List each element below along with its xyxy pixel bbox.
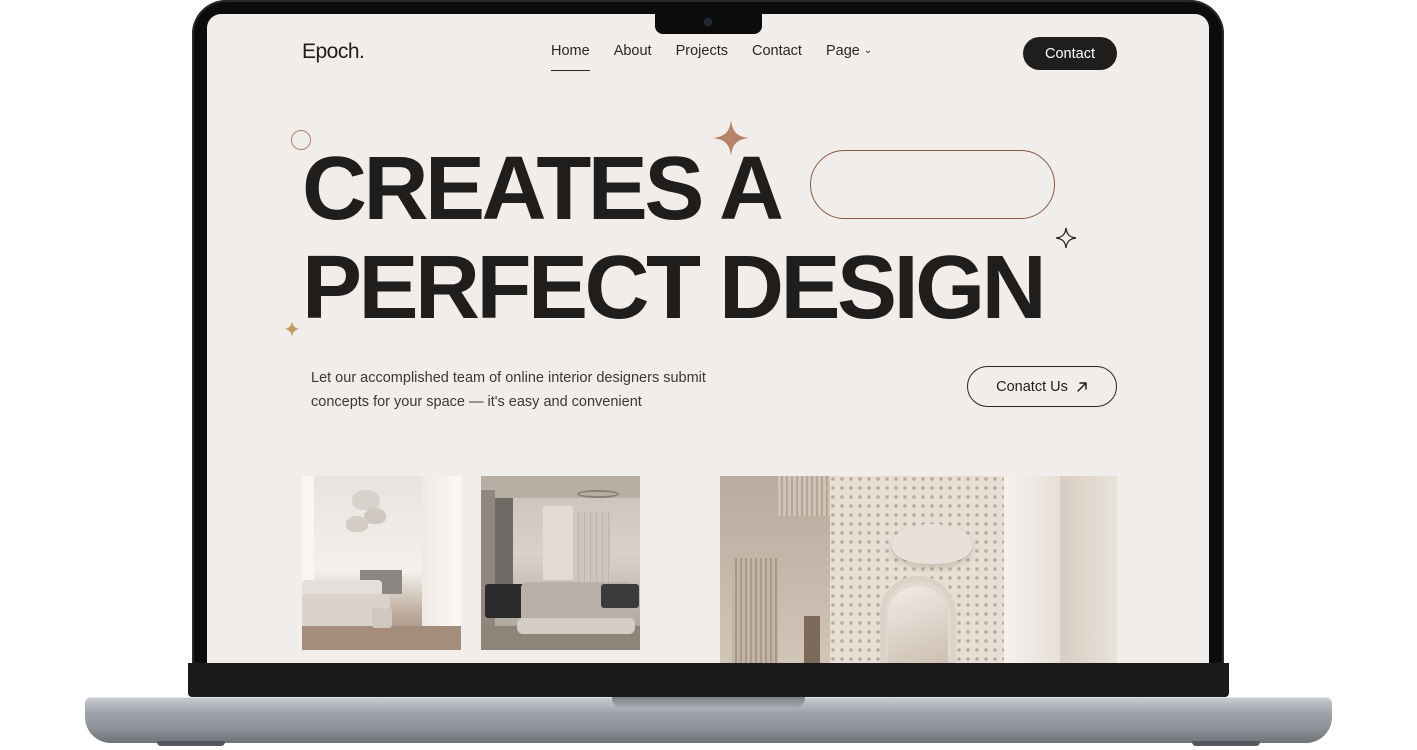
header-contact-button[interactable]: Contact <box>1023 37 1117 70</box>
hero-description-line-1: Let our accomplished team of online inte… <box>311 370 706 386</box>
headline-line-1: CREATES A <box>302 139 784 239</box>
laptop-base-lip <box>612 697 805 708</box>
camera-notch <box>655 14 762 34</box>
laptop-bottom-bezel <box>188 663 1229 697</box>
arrow-up-right-icon <box>1077 381 1087 392</box>
nav-item-page[interactable]: Page ⌄ <box>826 43 872 65</box>
camera-icon <box>705 19 711 25</box>
main-nav: Home About Projects Contact Page ⌄ <box>551 43 896 71</box>
four-point-star-outline-icon <box>1055 227 1077 249</box>
small-star-icon <box>284 321 300 337</box>
headline-line-2: PERFECT DESIGN <box>302 238 1047 338</box>
laptop-screen: Epoch. Home About Projects Contact Page ⌄… <box>207 14 1209 663</box>
laptop-foot-left <box>157 741 225 746</box>
gallery-image-staircase-atrium <box>720 476 1117 663</box>
contact-us-button-label: Conatct Us <box>996 378 1068 395</box>
nav-item-home[interactable]: Home <box>551 43 590 71</box>
site-logo[interactable]: Epoch. <box>302 40 365 64</box>
nav-item-contact[interactable]: Contact <box>752 43 802 65</box>
nav-item-page-label: Page <box>825 43 860 59</box>
nav-item-about[interactable]: About <box>614 43 652 65</box>
gallery-image-living-room <box>302 476 461 650</box>
nav-item-projects[interactable]: Projects <box>676 43 728 65</box>
decorative-pill <box>810 150 1055 219</box>
hero-description: Let our accomplished team of online inte… <box>311 366 731 414</box>
hero-description-line-2: concepts for your space — it's easy and … <box>311 394 642 410</box>
laptop-foot-right <box>1192 741 1260 746</box>
gallery-image-bedroom <box>481 476 640 650</box>
contact-us-button[interactable]: Conatct Us <box>967 366 1117 407</box>
chevron-down-icon: ⌄ <box>863 45 873 56</box>
